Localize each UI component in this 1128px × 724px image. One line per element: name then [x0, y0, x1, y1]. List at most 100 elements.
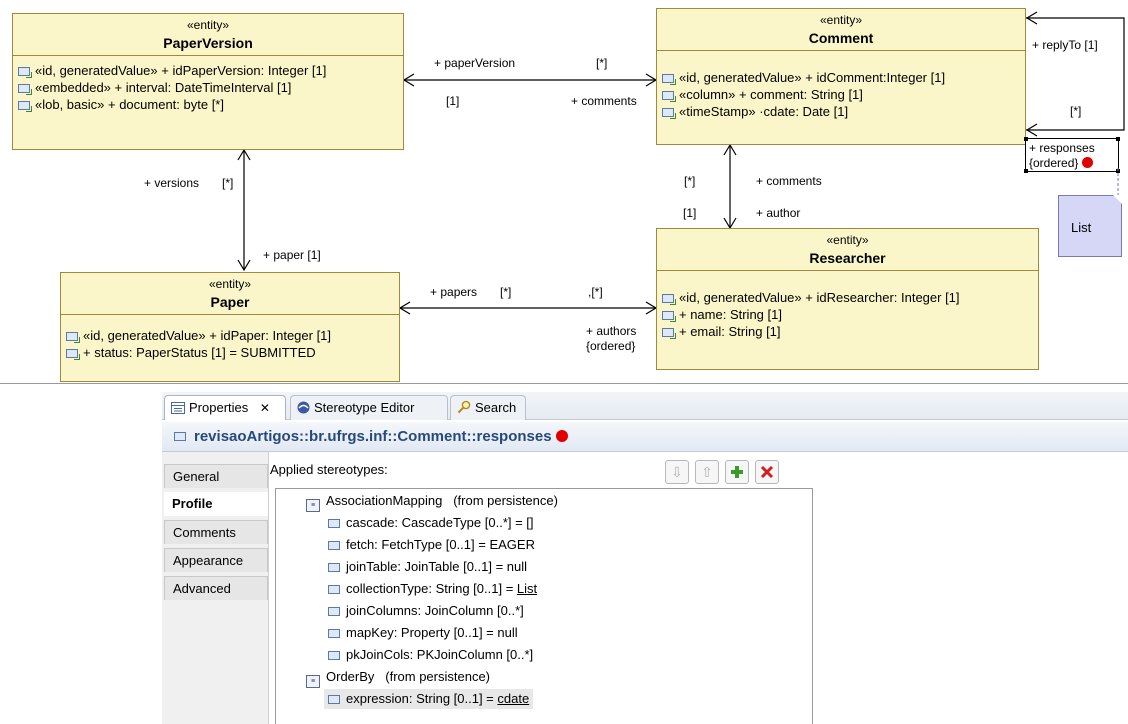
applied-stereotypes-label: Applied stereotypes:: [270, 462, 388, 477]
role-label-responses: + responses: [1029, 141, 1095, 155]
role-label-author[interactable]: + author: [756, 206, 800, 220]
attribute-row[interactable]: «id, generatedValue» + idPaper: Integer …: [66, 327, 399, 344]
role-label-papers[interactable]: + papers: [430, 285, 477, 299]
class-researcher[interactable]: «entity» Researcher «id, generatedValue»…: [656, 228, 1039, 370]
property-icon: [328, 607, 340, 616]
note-fold: [1113, 195, 1122, 204]
properties-icon: [171, 398, 185, 422]
attribute-icon: [66, 332, 80, 343]
attribute-icon: [662, 311, 676, 322]
attribute-row[interactable]: «id, generatedValue» + idComment:Integer…: [662, 69, 1025, 86]
multiplicity-label[interactable]: [*]: [500, 285, 511, 299]
attribute-icon: [662, 294, 676, 305]
role-label-authors[interactable]: + authors: [586, 324, 636, 338]
attribute-row[interactable]: «timeStamp» ·cdate: Date [1]: [662, 103, 1025, 120]
property-icon: [328, 651, 340, 660]
search-icon: [457, 398, 471, 422]
tab-search[interactable]: Search: [450, 395, 526, 420]
sidebar-item-appearance[interactable]: Appearance: [164, 548, 268, 572]
class-paperversion[interactable]: «entity» PaperVersion «id, generatedValu…: [12, 13, 404, 150]
attribute-icon: [66, 349, 80, 360]
plus-icon: [730, 466, 744, 482]
arrow-up-icon: ⇧: [701, 464, 713, 480]
attribute-row[interactable]: «column» + comment: String [1]: [662, 86, 1025, 103]
tab-properties[interactable]: Properties ✕: [164, 395, 286, 420]
property-value: cdate: [497, 691, 530, 706]
selected-role-responses[interactable]: + responses {ordered}: [1024, 137, 1120, 173]
sidebar-item-comments[interactable]: Comments: [164, 520, 268, 544]
class-paper[interactable]: «entity» Paper «id, generatedValue» + id…: [60, 272, 400, 382]
error-marker-icon: [1081, 157, 1093, 168]
tree-property[interactable]: fetch: FetchType [0..1] = EAGER: [328, 535, 535, 555]
property-icon: [328, 695, 340, 704]
sidebar-item-advanced[interactable]: Advanced: [164, 576, 268, 600]
tree-property[interactable]: collectionType: String [0..1] = List: [328, 579, 537, 599]
class-name: Researcher: [809, 250, 886, 266]
class-name: Paper: [210, 294, 250, 310]
role-label-versions[interactable]: + versions: [144, 176, 199, 190]
delete-icon: [760, 465, 774, 482]
attribute-row[interactable]: «lob, basic» + document: byte [*]: [18, 96, 403, 113]
stereotype-icon: ≡: [306, 499, 320, 512]
sidebar-tabs: General Profile Comments Appearance Adva…: [164, 464, 268, 604]
tree-node-orderby[interactable]: ≡ OrderBy (from persistence): [306, 667, 490, 688]
move-up-button[interactable]: ⇧: [695, 460, 719, 484]
tree-property[interactable]: joinColumns: JoinColumn [0..*]: [328, 601, 524, 621]
role-label-comments[interactable]: + comments: [571, 94, 637, 108]
role-label-replyto[interactable]: + replyTo [1]: [1032, 38, 1098, 52]
attribute-row[interactable]: «embedded» + interval: DateTimeInterval …: [18, 79, 403, 96]
tree-property-selected[interactable]: expression: String [0..1] = cdate: [324, 689, 534, 709]
attribute-row[interactable]: + name: String [1]: [662, 306, 1038, 323]
tree-node-associationmapping[interactable]: ≡ AssociationMapping (from persistence): [306, 491, 558, 512]
tree-property[interactable]: cascade: CascadeType [0..*] = []: [328, 513, 534, 533]
property-icon: [328, 563, 340, 572]
stereotype-label: «entity»: [826, 233, 869, 247]
properties-title-bar: revisaoArtigos::br.ufrgs.inf::Comment::r…: [162, 422, 1128, 452]
role-label-comments[interactable]: + comments: [756, 174, 822, 188]
attribute-icon: [662, 91, 676, 102]
stereotype-icon: ≡: [306, 675, 320, 688]
multiplicity-label[interactable]: [*]: [596, 56, 607, 70]
sidebar-item-profile[interactable]: Profile: [164, 492, 268, 516]
multiplicity-label[interactable]: ,[*]: [588, 285, 603, 299]
tree-property[interactable]: joinTable: JoinTable [0..1] = null: [328, 557, 527, 577]
stereotype-label: «entity»: [208, 277, 252, 291]
multiplicity-label[interactable]: [*]: [222, 176, 233, 190]
comment-note[interactable]: List: [1058, 195, 1122, 257]
multiplicity-label[interactable]: [1]: [683, 206, 696, 220]
close-tab-icon[interactable]: ✕: [260, 401, 270, 415]
constraint-ordered: {ordered}: [586, 339, 636, 353]
error-marker-icon: [555, 430, 568, 442]
attribute-icon: [18, 101, 32, 112]
attribute-row[interactable]: + status: PaperStatus [1] = SUBMITTED: [66, 344, 399, 361]
move-down-button[interactable]: ⇩: [665, 460, 689, 484]
attribute-icon: [18, 67, 32, 78]
multiplicity-label[interactable]: [1]: [446, 94, 459, 108]
tab-stereotype-editor[interactable]: Stereotype Editor: [290, 395, 448, 420]
attribute-row[interactable]: «id, generatedValue» + idPaperVersion: I…: [18, 62, 403, 79]
attribute-row[interactable]: + email: String [1]: [662, 323, 1038, 340]
properties-view: Properties ✕ Stereotype Editor Search re…: [162, 392, 1128, 724]
tree-property[interactable]: pkJoinCols: PKJoinColumn [0..*]: [328, 645, 533, 665]
property-icon: [328, 585, 340, 594]
view-separator[interactable]: [0, 383, 1128, 384]
arrow-down-icon: ⇩: [671, 464, 683, 480]
multiplicity-label[interactable]: [*]: [1070, 104, 1081, 118]
stereotype-tree[interactable]: ≡ AssociationMapping (from persistence) c…: [275, 488, 813, 724]
sidebar-item-general[interactable]: General: [164, 464, 268, 488]
stereotype-editor-icon: [297, 398, 310, 422]
note-text: List: [1071, 220, 1092, 235]
stereotype-label: «entity»: [186, 18, 230, 32]
multiplicity-label[interactable]: [*]: [684, 174, 695, 188]
constraint-ordered: {ordered}: [1029, 156, 1093, 170]
property-value: List: [516, 581, 538, 596]
class-name: Comment: [808, 30, 874, 46]
class-comment[interactable]: «entity» Comment «id, generatedValue» + …: [656, 8, 1026, 145]
remove-stereotype-button[interactable]: [755, 460, 779, 484]
role-label-paperversion[interactable]: + paperVersion: [434, 56, 515, 70]
add-stereotype-button[interactable]: [725, 460, 749, 484]
tree-property[interactable]: mapKey: Property [0..1] = null: [328, 623, 518, 643]
attribute-row[interactable]: «id, generatedValue» + idResearcher: Int…: [662, 289, 1038, 306]
property-icon: [328, 541, 340, 550]
role-label-paper[interactable]: + paper [1]: [263, 248, 321, 262]
